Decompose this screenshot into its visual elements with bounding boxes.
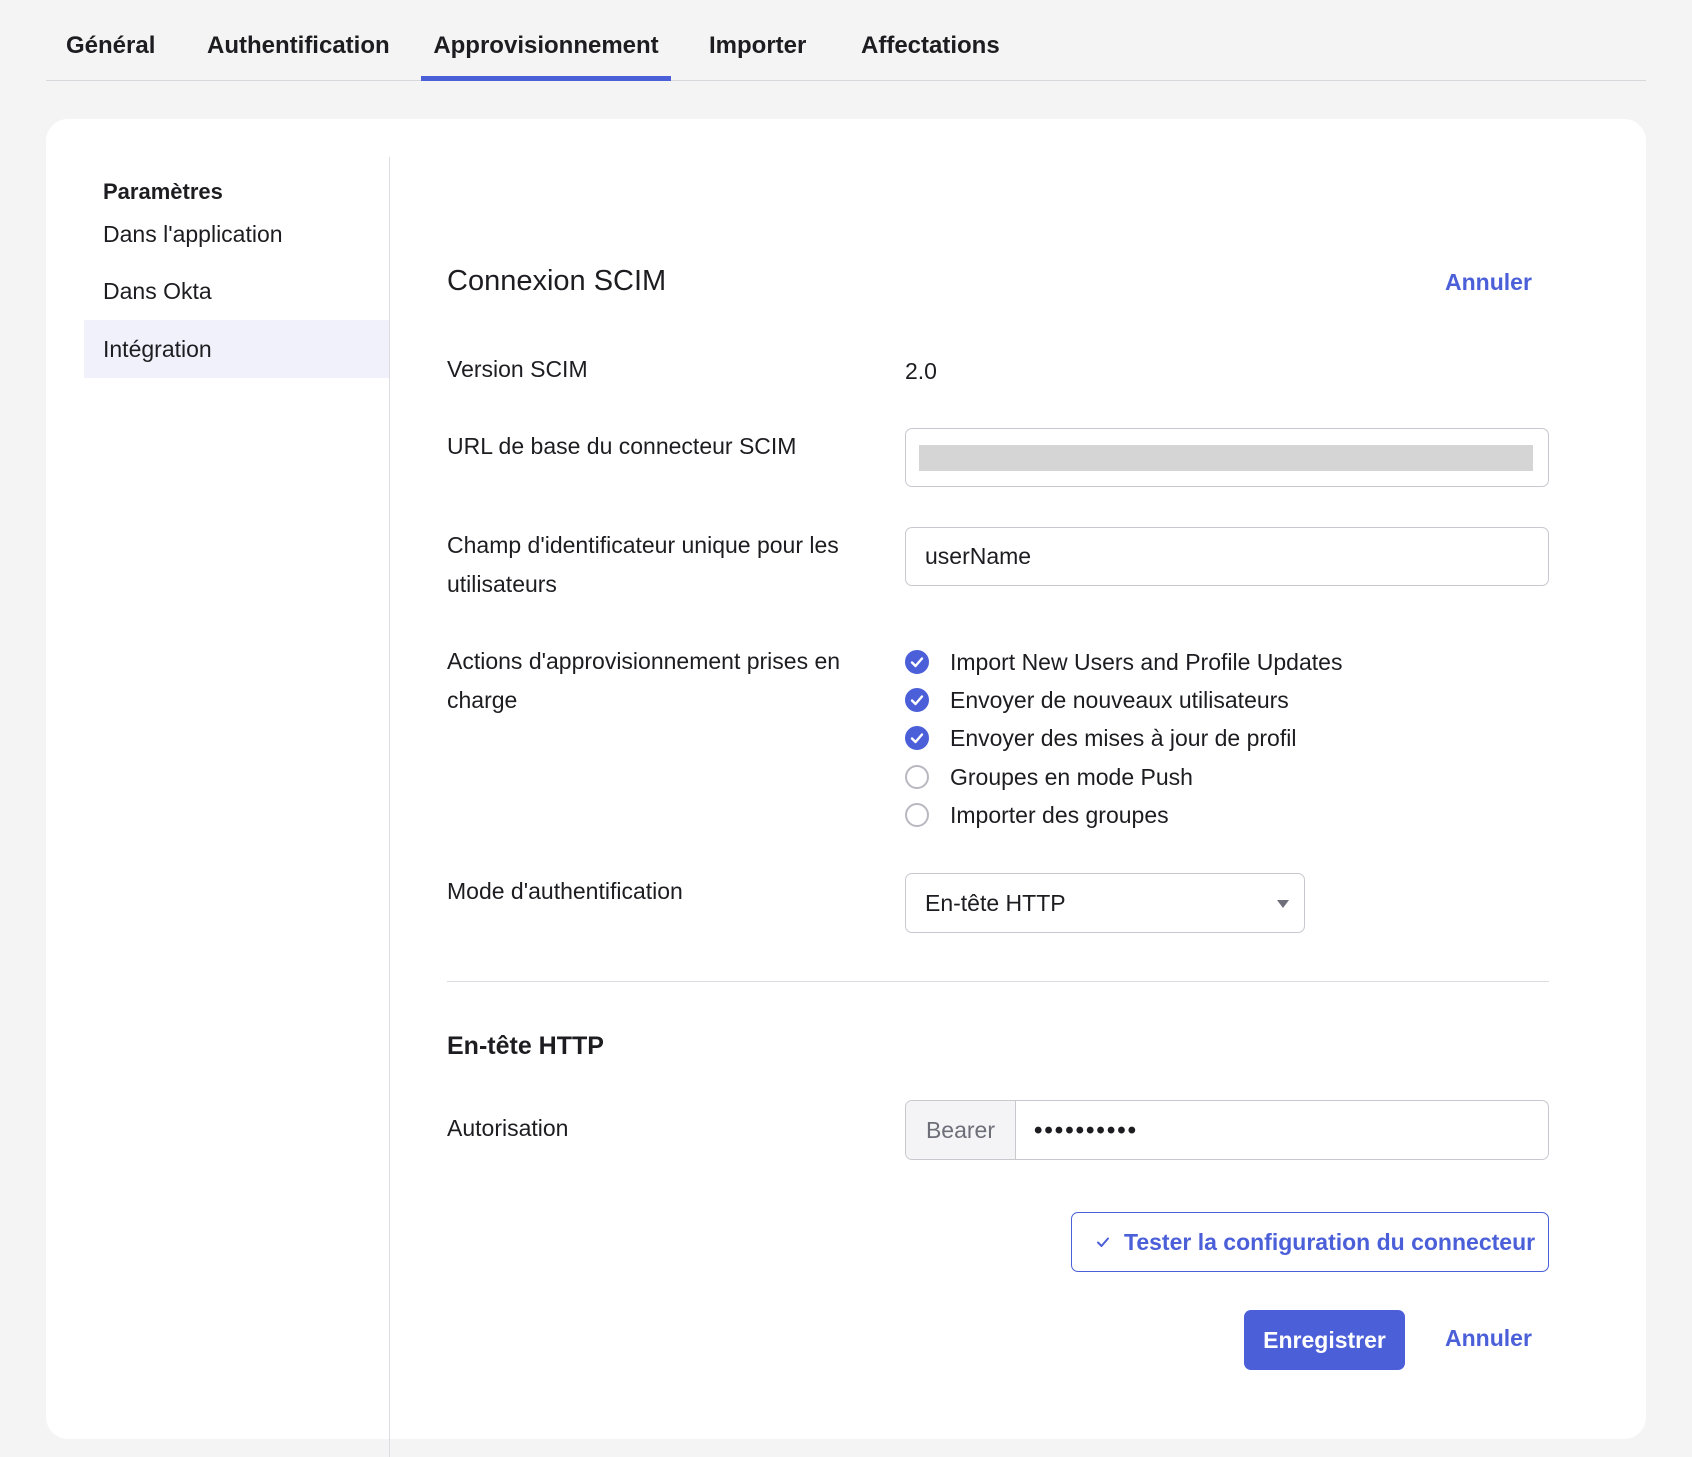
redacted-url [919, 445, 1533, 471]
unique-id-input[interactable]: userName [905, 527, 1549, 586]
settings-card: Paramètres Dans l'application Dans Okta … [46, 119, 1646, 1457]
section-divider [447, 981, 1549, 982]
chevron-down-icon [1277, 900, 1289, 908]
sidebar-item-in-okta[interactable]: Dans Okta [84, 262, 389, 320]
checkbox-checked-icon[interactable] [905, 726, 929, 750]
tab-import[interactable]: Importer [709, 0, 806, 80]
authorization-label: Autorisation [447, 1115, 569, 1141]
sidebar-item-integration[interactable]: Intégration [84, 320, 389, 378]
action-label: Envoyer des mises à jour de profil [950, 725, 1297, 751]
tab-authentication[interactable]: Authentification [207, 0, 390, 80]
auth-mode-label: Mode d'authentification [447, 878, 683, 904]
action-label: Envoyer de nouveaux utilisateurs [950, 687, 1289, 713]
save-button[interactable]: Enregistrer [1244, 1310, 1405, 1370]
check-icon [1097, 1237, 1109, 1247]
test-connector-label: Tester la configuration du connecteur [1124, 1229, 1536, 1255]
cancel-top-link[interactable]: Annuler [1445, 269, 1532, 296]
cancel-bottom-link[interactable]: Annuler [1445, 1325, 1532, 1352]
checkbox-unchecked-icon[interactable] [905, 765, 929, 789]
action-label: Import New Users and Profile Updates [950, 649, 1343, 675]
test-connector-button[interactable]: Tester la configuration du connecteur [1071, 1212, 1549, 1272]
integration-panel: Connexion SCIM Annuler Version SCIM 2.0 … [447, 119, 1597, 1409]
action-label: Importer des groupes [950, 802, 1169, 828]
scim-version-value: 2.0 [905, 358, 937, 384]
http-header-title: En-tête HTTP [447, 1032, 604, 1060]
authorization-input-group[interactable]: Bearer •••••••••• [905, 1100, 1549, 1160]
checkbox-checked-icon[interactable] [905, 688, 929, 712]
base-url-label: URL de base du connecteur SCIM [447, 433, 797, 459]
auth-mode-select[interactable]: En-tête HTTP [905, 873, 1305, 933]
sidebar-title: Paramètres [103, 179, 223, 204]
scim-version-label: Version SCIM [447, 356, 588, 382]
tab-assignments[interactable]: Affectations [861, 0, 1000, 80]
token-input[interactable]: •••••••••• [1034, 1101, 1138, 1159]
sidebar-item-in-app[interactable]: Dans l'application [84, 205, 389, 263]
checkbox-checked-icon[interactable] [905, 650, 929, 674]
tab-general[interactable]: Général [66, 0, 155, 80]
scim-connection-title: Connexion SCIM [447, 265, 667, 297]
tab-bar: Général Authentification Approvisionneme… [46, 0, 1646, 81]
unique-id-label: Champ d'identificateur unique pour les u… [447, 532, 839, 597]
settings-sidebar: Paramètres Dans l'application Dans Okta … [84, 157, 390, 1457]
tab-provisioning[interactable]: Approvisionnement [421, 0, 671, 81]
action-label: Groupes en mode Push [950, 764, 1193, 790]
checkbox-unchecked-icon[interactable] [905, 803, 929, 827]
base-url-input[interactable] [905, 428, 1549, 487]
auth-mode-value: En-tête HTTP [925, 890, 1066, 916]
provisioning-actions-label: Actions d'approvisionnement prises en ch… [447, 648, 841, 713]
bearer-prefix: Bearer [906, 1101, 1016, 1159]
